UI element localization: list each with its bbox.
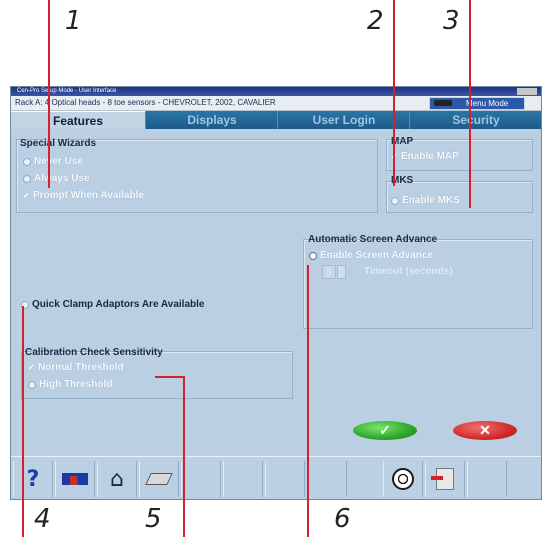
vehicle-info-bar: Rack A: 4 Optical heads - 8 toe sensors … (11, 96, 541, 111)
radio-screen-advance[interactable] (309, 251, 317, 260)
exit-icon (431, 468, 454, 490)
callout-line-3 (469, 0, 471, 208)
home-icon: ⌂ (110, 466, 124, 492)
enable-map-label: Enable MAP (401, 151, 459, 162)
callout-2: 2 (367, 6, 384, 36)
enable-map-option[interactable]: ✓ Enable MAP (391, 151, 459, 162)
quick-clamp-option[interactable]: Quick Clamp Adaptors Are Available (21, 299, 204, 310)
toolbar-slot-7[interactable] (265, 461, 305, 497)
special-wizards-title: Special Wizards (20, 138, 97, 149)
high-threshold-option[interactable]: High Threshold (28, 379, 112, 390)
callout-4: 4 (34, 504, 51, 534)
vehicle-info: Rack A: 4 Optical heads - 8 toe sensors … (15, 98, 276, 107)
toolbar-slot-8[interactable] (307, 461, 347, 497)
check-icon[interactable]: ✓ (23, 191, 30, 199)
callout-line-4 (22, 306, 24, 537)
features-panel: Special Wizards Never Use Always Use ✓ P… (11, 129, 541, 499)
menu-mode-label: Menu Mode (466, 99, 509, 108)
callout-line-5-stub (155, 376, 185, 378)
eraser-icon (145, 473, 173, 485)
callout-line-1 (48, 0, 50, 188)
enable-mks-option[interactable]: Enable MKS (391, 195, 460, 206)
radio-never[interactable] (23, 157, 31, 166)
radio-always[interactable] (23, 174, 31, 183)
callout-line-2 (393, 0, 395, 186)
car-icon (434, 100, 452, 106)
callout-6: 6 (334, 504, 351, 534)
auto-advance-title: Automatic Screen Advance (308, 234, 438, 245)
exit-button[interactable] (425, 461, 465, 497)
normal-threshold-option[interactable]: ✓ Normal Threshold (28, 362, 124, 373)
close-icon: ✕ (479, 422, 491, 438)
timeout-value[interactable]: 5 (322, 265, 336, 279)
enable-mks-label: Enable MKS (402, 195, 460, 206)
callout-line-5 (183, 376, 185, 537)
display-icon (62, 473, 88, 485)
tab-displays[interactable]: Displays (145, 111, 278, 129)
home-button[interactable]: ⌂ (97, 461, 137, 497)
tab-features[interactable]: Features (11, 111, 145, 130)
ok-button[interactable]: ✓ (353, 421, 417, 440)
quick-clamp-label: Quick Clamp Adaptors Are Available (32, 299, 205, 310)
timeout-label-wrap: Timeout (seconds) (364, 266, 453, 277)
wizard-prompt-label: Prompt When Available (33, 190, 144, 201)
title-bar: Cen-Pro Setup Mode - User Interface (11, 87, 541, 96)
radio-mks[interactable] (391, 196, 399, 205)
wizard-prompt-option[interactable]: ✓ Prompt When Available (23, 190, 144, 201)
window-controls[interactable] (517, 88, 537, 95)
wizard-never-label: Never Use (34, 156, 83, 167)
enable-screen-advance-label: Enable Screen Advance (320, 250, 434, 261)
toolbar-slot-11[interactable] (467, 461, 507, 497)
timeout-label: Timeout (seconds) (364, 266, 453, 277)
radio-high-threshold[interactable] (28, 380, 36, 389)
enable-screen-advance-option[interactable]: Enable Screen Advance (309, 250, 433, 261)
callout-line-6 (307, 265, 309, 537)
tab-security[interactable]: Security (409, 111, 541, 129)
toolbar-slot-5[interactable] (181, 461, 221, 497)
wizard-never-option[interactable]: Never Use (23, 156, 83, 167)
calibration-group (21, 351, 293, 399)
window-title: Cen-Pro Setup Mode - User Interface (17, 88, 117, 94)
callout-5: 5 (145, 504, 162, 534)
target-icon (392, 468, 414, 490)
toolbar-slot-6[interactable] (223, 461, 263, 497)
spinner-arrows-icon[interactable] (337, 265, 346, 279)
help-icon: ? (26, 466, 40, 492)
checkmark-icon: ✓ (379, 422, 391, 438)
eraser-button[interactable] (139, 461, 179, 497)
callout-1: 1 (65, 6, 82, 36)
app-window: Cen-Pro Setup Mode - User Interface Rack… (10, 86, 542, 500)
target-button[interactable] (383, 461, 423, 497)
cancel-button[interactable]: ✕ (453, 421, 517, 440)
normal-threshold-label: Normal Threshold (38, 362, 124, 373)
tab-bar: Features Displays User Login Security (11, 111, 541, 130)
wizard-always-option[interactable]: Always Use (23, 173, 90, 184)
wizard-always-label: Always Use (34, 173, 90, 184)
bottom-toolbar: ? ⌂ (11, 456, 541, 499)
check-icon[interactable]: ✓ (28, 363, 35, 371)
timeout-spinner[interactable]: 5 (322, 265, 346, 279)
calibration-title: Calibration Check Sensitivity (25, 347, 163, 358)
menu-mode-button[interactable]: Menu Mode (429, 97, 525, 110)
high-threshold-label: High Threshold (39, 379, 113, 390)
callout-3: 3 (443, 6, 460, 36)
tab-user-login[interactable]: User Login (277, 111, 410, 129)
help-button[interactable]: ? (13, 461, 53, 497)
display-button[interactable] (55, 461, 95, 497)
